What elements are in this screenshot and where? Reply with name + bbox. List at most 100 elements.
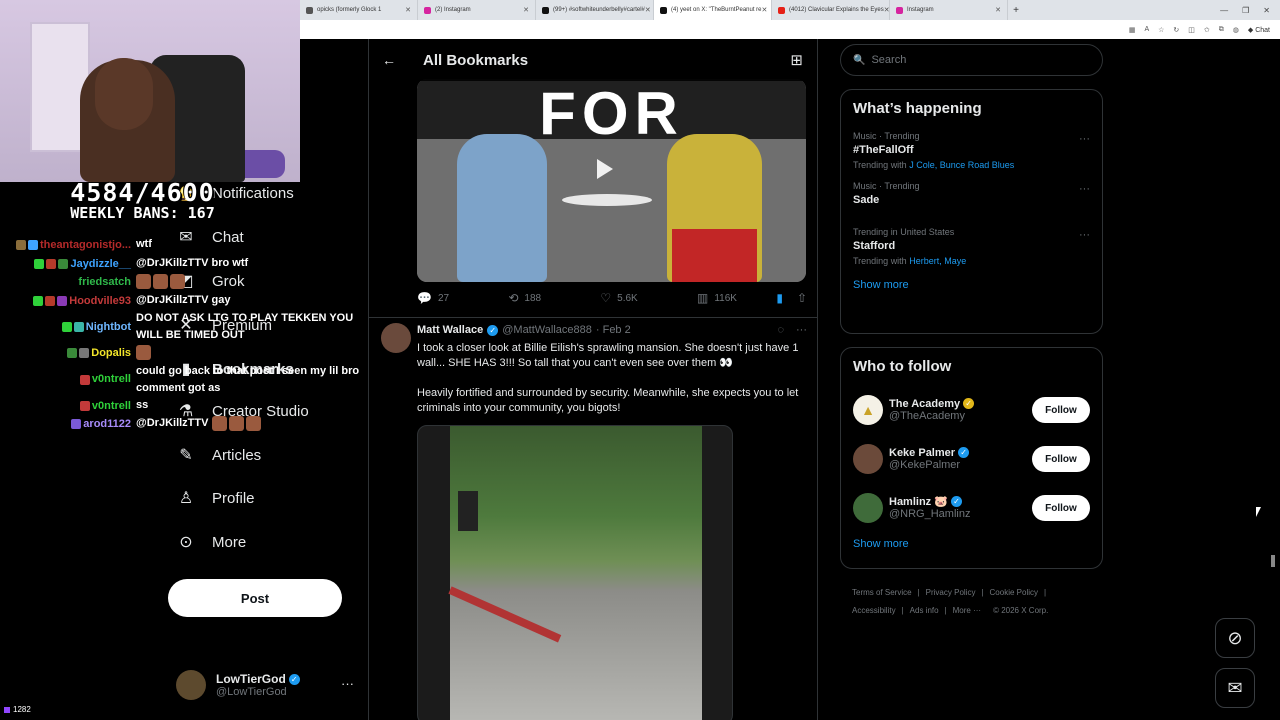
repost-button[interactable]: ⟲ 188	[508, 291, 541, 305]
viewer-count-text: 1282	[13, 705, 31, 714]
refresh-icon[interactable]: ↻	[1173, 26, 1179, 34]
browser-tab[interactable]: (2) Instagram ✕	[418, 0, 536, 20]
ban-count: 4584/4600	[70, 178, 215, 207]
follow-button[interactable]: Follow	[1032, 495, 1090, 521]
grok-button[interactable]: ⊘	[1215, 618, 1255, 658]
account-switcher[interactable]: LowTierGod ✓ @LowTierGod ···	[176, 668, 356, 702]
follow-button[interactable]: Follow	[1032, 397, 1090, 423]
post-button[interactable]: Post	[168, 579, 342, 617]
minimize-icon[interactable]: —	[1220, 6, 1228, 15]
show-more-link[interactable]: Show more	[841, 273, 1102, 303]
footer-link[interactable]: Accessibility	[852, 606, 896, 615]
grok-icon[interactable]: ◌	[777, 324, 784, 336]
collections-icon[interactable]: ⧉	[1219, 26, 1224, 34]
profile-icon[interactable]: ◍	[1233, 26, 1239, 34]
close-icon[interactable]: ✕	[523, 6, 529, 14]
verified-icon: ✓	[950, 496, 962, 507]
avatar[interactable]	[381, 323, 411, 353]
search-input[interactable]: 🔍 Search	[840, 44, 1103, 76]
browser-tab[interactable]: (4012) Clavicular Explains the Eyes ✕	[772, 0, 890, 20]
chat-message-emotes	[136, 344, 360, 363]
footer-link[interactable]: Privacy Policy	[926, 588, 976, 597]
close-icon[interactable]: ✕	[995, 6, 1001, 14]
more-icon[interactable]: ···	[1079, 133, 1090, 145]
tweet-author-handle[interactable]: @MattWallace888	[502, 324, 592, 336]
tab-title: (4012) Clavicular Explains the Eyes	[789, 7, 884, 13]
follow-button[interactable]: Follow	[1032, 446, 1090, 472]
more-icon[interactable]: ···	[341, 676, 354, 691]
tweet-author-name[interactable]: Matt Wallace	[417, 324, 483, 336]
like-button[interactable]: ♡ 5.6K	[600, 291, 637, 305]
trend-item[interactable]: Trending in United States Stafford Trend…	[841, 223, 1102, 273]
tab-title: opicks (formerly Glock 1	[317, 7, 382, 13]
maximize-icon[interactable]: ❐	[1242, 6, 1249, 15]
tweet-image[interactable]	[417, 425, 733, 720]
views-button[interactable]: ▥ 116K	[697, 291, 737, 305]
chat-message-emotes	[136, 273, 360, 292]
close-window-icon[interactable]: ✕	[1263, 6, 1270, 15]
trend-item[interactable]: Music · Trending #TheFallOff Trending wi…	[841, 127, 1102, 177]
more-icon[interactable]: ···	[1079, 183, 1090, 195]
chat-username: v0ntrell	[0, 397, 136, 416]
instagram-icon	[424, 6, 431, 14]
trend-item[interactable]: Music · Trending Sade ···	[841, 177, 1102, 223]
who-to-follow-panel: Who to follow ▲ The Academy ✓ @TheAcademy…	[840, 347, 1103, 569]
tab-favicon	[306, 6, 313, 14]
chat-username: Dopalis	[0, 344, 136, 363]
nav-item-articles[interactable]: ✎ Articles	[176, 443, 261, 467]
follow-suggestion[interactable]: Keke Palmer ✓ @KekePalmer Follow	[841, 434, 1102, 483]
grid-icon[interactable]: ▦	[1129, 26, 1136, 34]
split-screen-icon[interactable]: ◫	[1188, 26, 1195, 34]
nav-item-profile[interactable]: ♙ Profile	[176, 486, 255, 510]
chat-message-text: could go back to that post I seen my lil…	[136, 364, 360, 394]
share-icon[interactable]: ⇧	[797, 291, 807, 305]
new-folder-icon[interactable]: ⊞	[790, 51, 803, 69]
follow-suggestion[interactable]: Hamlinz 🐷 ✓ @NRG_Hamlinz Follow	[841, 483, 1102, 532]
browser-tab-active[interactable]: (4) yeet on X: "TheBurntPeanut re ✕	[654, 0, 772, 20]
footer-link[interactable]: More ···	[953, 606, 981, 615]
back-arrow-icon[interactable]: ←	[369, 52, 409, 68]
show-more-link[interactable]: Show more	[841, 532, 1102, 562]
tweet-actions: 💬 27 ⟲ 188 ♡ 5.6K ▥ 116K ▮ ⇧	[417, 291, 807, 305]
reply-button[interactable]: 💬 27	[417, 291, 449, 305]
close-icon[interactable]: ✕	[405, 6, 411, 14]
trend-related-links[interactable]: Herbert, Maye	[909, 256, 966, 266]
chat-badge-icon	[73, 322, 84, 332]
chat-username-text: friedsatch	[78, 276, 131, 288]
trend-related-links[interactable]: J Cole, Bunce Road Blues	[909, 160, 1014, 170]
heart-icon: ♡	[600, 291, 612, 305]
tweet-paragraph: I took a closer look at Billie Eilish's …	[417, 342, 799, 369]
star-icon[interactable]: ☆	[1158, 26, 1164, 34]
nav-item-more[interactable]: ⊙ More	[176, 530, 246, 554]
tweet-video[interactable]: FOR	[417, 79, 806, 282]
browser-tab[interactable]: (99+) #softwhiteunderbelly#cartel# ✕	[536, 0, 654, 20]
scrollbar[interactable]	[1270, 40, 1276, 720]
divider	[369, 317, 817, 318]
footer-link[interactable]: Cookie Policy	[990, 588, 1038, 597]
new-tab-button[interactable]: +	[1008, 5, 1024, 16]
bookmark-filled-icon[interactable]: ▮	[776, 291, 783, 305]
close-icon[interactable]: ✕	[645, 6, 651, 14]
favorites-icon[interactable]: ✩	[1204, 26, 1210, 34]
browser-tab[interactable]: Instagram ✕	[890, 0, 1008, 20]
messages-button[interactable]: ✉	[1215, 668, 1255, 708]
follow-suggestion[interactable]: ▲ The Academy ✓ @TheAcademy Follow	[841, 385, 1102, 434]
scrollbar-thumb[interactable]	[1271, 555, 1275, 567]
play-icon[interactable]	[597, 159, 613, 179]
browser-tab[interactable]: opicks (formerly Glock 1 ✕	[300, 0, 418, 20]
tweet-date[interactable]: · Feb 2	[596, 324, 631, 336]
read-aloud-icon[interactable]: A	[1144, 26, 1149, 33]
more-icon[interactable]: ···	[1079, 229, 1090, 241]
footer-separator: |	[1044, 588, 1047, 597]
copilot-chat-button[interactable]: ◆ Chat	[1248, 26, 1270, 34]
more-icon[interactable]: ···	[796, 324, 807, 336]
footer-link[interactable]: Terms of Service	[852, 588, 912, 597]
browser-tab-bar: opicks (formerly Glock 1 ✕ (2) Instagram ✕…	[300, 0, 1280, 20]
footer-separator: |	[901, 606, 904, 615]
footer-link[interactable]: Ads info	[910, 606, 939, 615]
tab-title: (2) Instagram	[435, 7, 471, 13]
close-icon[interactable]: ✕	[884, 6, 889, 14]
chat-username-text: Jaydizzle__	[70, 257, 131, 270]
chat-message: arod1122 @DrJKillzTTV	[0, 415, 360, 434]
close-icon[interactable]: ✕	[762, 6, 768, 14]
